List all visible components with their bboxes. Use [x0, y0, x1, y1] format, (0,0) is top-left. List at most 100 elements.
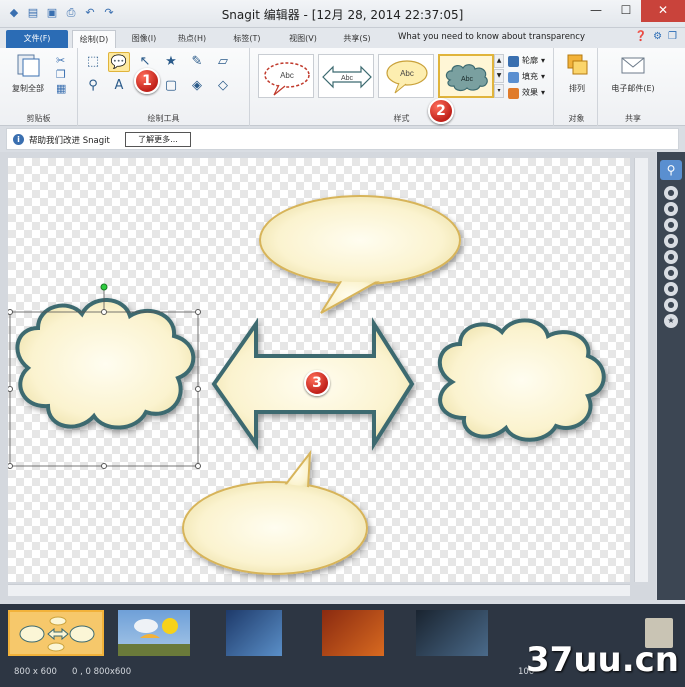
close-button[interactable]: ✕: [641, 0, 685, 22]
erase-tool-icon[interactable]: ◇: [212, 76, 234, 96]
effects-icon: [508, 87, 519, 99]
search-icon[interactable]: ⚲: [660, 160, 682, 180]
outline-option[interactable]: 轮廓 ▾: [508, 54, 545, 68]
clipboard-group-label: 剪贴板: [26, 114, 51, 123]
tab-share[interactable]: 共享(S): [334, 30, 380, 48]
minimize-button[interactable]: —: [581, 0, 611, 22]
canvas[interactable]: 3: [8, 158, 630, 582]
style-sample-text: Abc: [400, 69, 414, 78]
style-gallery: Abc Abc Abc Abc: [258, 54, 494, 98]
ribbon: 复制全部 ✂ ❐ ▦ 剪贴板 绘制工具 ⬚ 💬 ↖ ★ ✎ ▱ ⚲ A ╲ ▢ …: [0, 48, 685, 126]
fill-icon: [508, 71, 519, 83]
style-gallery-scroll[interactable]: ▲ ▼ ▾: [494, 54, 504, 98]
tray-thumb-photo-4[interactable]: [416, 610, 488, 656]
message-text: 帮助我们改进 Snagit: [29, 136, 110, 146]
tab-draw[interactable]: 绘制(D): [72, 30, 116, 48]
magnify-tool-icon[interactable]: ⚲: [82, 76, 104, 96]
object-group-label: 对象: [568, 114, 585, 123]
gallery-down-icon[interactable]: ▼: [494, 69, 504, 83]
style-cloud-selected[interactable]: Abc: [438, 54, 494, 98]
info-icon: i: [13, 134, 24, 145]
learn-more-button[interactable]: 了解更多...: [125, 132, 191, 147]
styles-group-label: 样式: [393, 114, 410, 123]
highlight-tool-icon[interactable]: ▱: [212, 52, 234, 72]
effect-icon-3[interactable]: ●: [664, 218, 678, 232]
cloud-shape-left[interactable]: [15, 298, 196, 430]
outline-label: 轮廓: [522, 56, 538, 65]
style-sample-text: Abc: [461, 76, 474, 83]
speech-bubble-top[interactable]: [259, 195, 461, 314]
copy-all-label: 复制全部: [12, 84, 44, 93]
pen-tool-icon[interactable]: ✎: [186, 52, 208, 72]
effect-icon-1[interactable]: ●: [664, 186, 678, 200]
fill-label: 填充: [522, 72, 538, 81]
arrange-label: 排列: [569, 84, 585, 93]
callout-tool-icon[interactable]: 💬: [108, 52, 130, 72]
tab-image[interactable]: 图像(I): [122, 30, 166, 48]
canvas-frame: 3: [0, 152, 656, 600]
cut-icon[interactable]: ✂: [56, 54, 66, 68]
email-button[interactable]: 电子邮件(E): [602, 52, 664, 94]
style-red-dashed-callout[interactable]: Abc: [258, 54, 314, 98]
object-group: 排列 对象: [556, 48, 598, 126]
style-options: 轮廓 ▾ 填充 ▾ 效果 ▾: [508, 54, 545, 100]
style-sample-text: Abc: [341, 75, 354, 82]
arrange-icon: [567, 54, 588, 75]
vertical-scrollbar[interactable]: [634, 158, 648, 582]
tab-file[interactable]: 文件(F): [6, 30, 68, 48]
draw-tools-group-label: 绘制工具: [147, 114, 180, 123]
share-group-label: 共享: [625, 114, 641, 123]
effect-icon-4[interactable]: ●: [664, 234, 678, 248]
fill-option[interactable]: 填充 ▾: [508, 70, 545, 84]
ribbon-tabs: 文件(F) 绘制(D) 图像(I) 热点(H) 标签(T) 视图(V) 共享(S…: [0, 28, 685, 48]
transparency-hint-link[interactable]: What you need to know about transparency: [398, 32, 585, 42]
style-double-arrow[interactable]: Abc: [318, 54, 374, 98]
message-bar: i 帮助我们改进 Snagit 了解更多...: [6, 128, 679, 150]
share-group: 电子邮件(E) 共享: [598, 48, 668, 126]
text-tool-icon[interactable]: A: [108, 76, 130, 96]
help-icon[interactable]: ❓: [635, 31, 647, 42]
outline-icon: [508, 55, 519, 67]
step-badge-3: 3: [304, 370, 330, 396]
effect-icon-7[interactable]: ●: [664, 282, 678, 296]
horizontal-scrollbar[interactable]: [8, 584, 630, 596]
step-badge-1: 1: [134, 68, 160, 94]
email-label: 电子邮件(E): [611, 84, 655, 93]
email-icon: [621, 57, 645, 74]
effect-icon-2[interactable]: ●: [664, 202, 678, 216]
gallery-up-icon[interactable]: ▲: [494, 54, 504, 68]
tab-hotspot[interactable]: 热点(H): [168, 30, 216, 48]
shape-tool-icon[interactable]: ▢: [160, 76, 182, 96]
copy-icon[interactable]: ❐: [56, 68, 66, 82]
maximize-button[interactable]: ☐: [611, 0, 641, 22]
watermark-text: 37uu.cn: [526, 640, 679, 680]
tab-view[interactable]: 视图(V): [280, 30, 326, 48]
tray-thumb-photo-3[interactable]: [322, 610, 384, 656]
tab-tags[interactable]: 标签(T): [224, 30, 270, 48]
arrange-button[interactable]: 排列: [560, 52, 594, 94]
effects-sidebar: ⚲ ● ● ● ● ● ● ● ● ★: [657, 152, 685, 600]
speech-bubble-bottom[interactable]: [182, 449, 368, 575]
title-bar: ◆ ▤ ▣ ⎙ ↶ ↷ Snagit 编辑器 - [12月 28, 2014 2…: [0, 0, 685, 28]
restore-icon[interactable]: ❐: [668, 31, 677, 42]
cloud-shape-right[interactable]: [437, 318, 606, 442]
tray-thumb-current[interactable]: [8, 610, 104, 656]
effect-icon-5[interactable]: ●: [664, 250, 678, 264]
selection-tool-icon[interactable]: ⬚: [82, 52, 104, 72]
effect-icon-9[interactable]: ★: [664, 314, 678, 328]
settings-icon[interactable]: ⚙: [653, 31, 662, 42]
style-sample-text: Abc: [280, 71, 294, 80]
paste-icon[interactable]: ▦: [56, 82, 66, 96]
tray-thumb-weather[interactable]: [118, 610, 190, 656]
copy-all-button[interactable]: 复制全部: [6, 52, 50, 94]
tray-thumb-photo-2[interactable]: [226, 610, 282, 656]
fill-tool-icon[interactable]: ◈: [186, 76, 208, 96]
style-yellow-callout[interactable]: Abc: [378, 54, 434, 98]
effect-icon-8[interactable]: ●: [664, 298, 678, 312]
cursor-coords: 0 , 0 800x600: [72, 667, 132, 677]
effect-icon-6[interactable]: ●: [664, 266, 678, 280]
gallery-more-icon[interactable]: ▾: [494, 84, 504, 98]
copy-all-icon: [17, 54, 40, 77]
stamp-tool-icon[interactable]: ★: [160, 52, 182, 72]
effects-option[interactable]: 效果 ▾: [508, 86, 545, 100]
